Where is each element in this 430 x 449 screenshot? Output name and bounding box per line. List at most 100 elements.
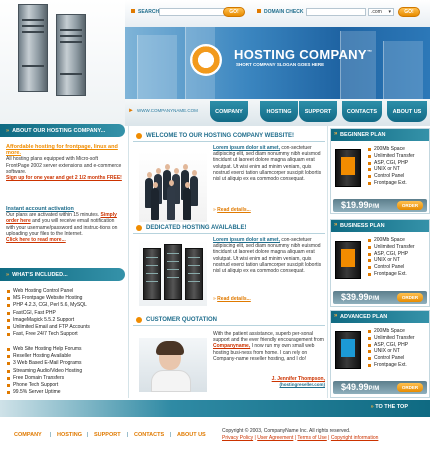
price-bar: $49.99P/M ORDER [333, 381, 427, 394]
list-item: Unlimited Transfer [367, 153, 415, 160]
plan-title: ADVANCED PLAN [331, 311, 429, 323]
plan-business: BUSINESS PLAN 200Mb Space Unlimited Tran… [330, 219, 430, 307]
privacy-policy-link[interactable]: Privacy Policy [222, 435, 253, 441]
list-item: UNIX or NT [367, 348, 415, 355]
plan-price: $39.99P/M [341, 292, 380, 302]
server-tower-icon [335, 241, 361, 279]
bullet-icon [131, 9, 135, 13]
quote-text: With the patient assistance, superb per-… [213, 331, 325, 362]
about-p1-title[interactable]: Affordable hosting for frontpage, linux … [6, 144, 122, 156]
footer-nav-about-us[interactable]: ABOUT US [177, 432, 206, 438]
nav-hosting[interactable]: HOSTING [260, 101, 298, 122]
footer-legal-links: Privacy Policy | User Agreement | Terms … [222, 435, 379, 441]
plan-features: 200Mb Space Unlimited Transfer ASP, CGI,… [367, 237, 415, 278]
nav-support[interactable]: SUPPORT [299, 101, 337, 122]
list-item: Free Domain Transfers [5, 375, 123, 382]
list-item: Frontpage Ext. [367, 271, 415, 278]
list-item: 200Mb Space [367, 237, 415, 244]
about-p1-text: All hosting plans equipped with Micro-so… [6, 156, 122, 175]
user-agreement-link[interactable]: User Agreement [257, 435, 293, 441]
divider [327, 126, 328, 398]
list-item: Unlimited Email and FTP Accounts [5, 324, 123, 331]
list-item: Reseller Hosting Available [5, 353, 123, 360]
welcome-text: Lorem ipsum dolor sit amet, con-sectetue… [213, 145, 325, 182]
list-item: 200Mb Space [367, 146, 415, 153]
about-p2-text-a: Our plans are activated within 15 minute… [6, 212, 100, 219]
servers-image [0, 0, 125, 126]
list-item: ASP, CGI, PHP [367, 160, 415, 167]
list-item: PHP 4.2.3, CGI, Perl 5.6, MySQL [5, 302, 123, 309]
dedicated-read-more[interactable]: » Read details... [213, 296, 251, 302]
domain-check-label: DOMAIN CHECK [264, 9, 304, 15]
welcome-header: WELCOME TO OUR HOSTING COMPANY WEBSITE! [133, 130, 325, 142]
quote-company-link[interactable]: Companyname, [213, 343, 250, 349]
rack-servers-photo [139, 240, 207, 306]
copyright-text: Copyright © 2003, CompanyName Inc. All r… [222, 428, 351, 434]
separator: | [87, 432, 89, 438]
list-item: MS Frontpage Website Hosting [5, 295, 123, 302]
signup-link[interactable]: Sign up for one year and get 2 1/2 month… [6, 175, 122, 181]
quote-header: CUSTOMER QUOTATION [133, 314, 325, 326]
terms-of-use-link[interactable]: Terms of Use [297, 435, 326, 441]
plan-title: BUSINESS PLAN [331, 220, 429, 232]
list-item: Control Panel [367, 264, 415, 271]
about-section-title: ABOUT OUR HOSTING COMPANY... [12, 127, 106, 134]
list-item: Unlimited Transfer [367, 244, 415, 251]
read-more-link[interactable]: Click here to read more... [6, 237, 122, 243]
plan-advanced: ADVANCED PLAN 200Mb Space Unlimited Tran… [330, 310, 430, 398]
double-arrow-icon: » [6, 127, 10, 134]
to-top-label: TO THE TOP [375, 404, 408, 410]
search-go-button[interactable]: GO! [223, 7, 245, 17]
price-bar: $39.99P/M ORDER [333, 291, 427, 304]
nav-contacts[interactable]: CONTACTS [342, 101, 382, 122]
team-photo [139, 152, 207, 222]
list-item: Phone Tech Support [5, 382, 123, 389]
included-section-header: » WHAT'S INCLUDED... [0, 268, 125, 281]
separator: | [127, 432, 129, 438]
divider [128, 126, 129, 398]
welcome-read-more[interactable]: » Read details... [213, 207, 251, 213]
company-slogan: SHORT COMPANY SLOGAN GOES HERE [236, 62, 325, 67]
dedicated-header: DEDICATED HOSTING AVAILABLE! [133, 222, 325, 234]
plan-price: $49.99P/M [341, 382, 380, 392]
list-item: Control Panel [367, 355, 415, 362]
domain-input[interactable] [306, 8, 366, 16]
list-item: 3 Web Based E-Mail Programs [5, 360, 123, 367]
order-button[interactable]: ORDER [397, 201, 423, 210]
double-arrow-icon: » [6, 271, 10, 278]
dedicated-read-more-label: Read details... [217, 296, 251, 302]
nav-about-us[interactable]: ABOUT US [387, 101, 427, 122]
footer-nav-hosting[interactable]: HOSTING [57, 432, 82, 438]
separator: | [170, 432, 172, 438]
domain-go-button[interactable]: GO! [398, 7, 420, 17]
domain-tld-value: .com [371, 9, 382, 15]
order-button[interactable]: ORDER [397, 293, 423, 302]
to-top-link[interactable]: » TO THE TOP [371, 404, 408, 410]
dedicated-lorem-body: con-sectetuer adipiscing elit, sed diam … [213, 237, 322, 275]
plan-price: $19.99P/M [341, 200, 380, 210]
copyright-info-link[interactable]: Copyright information [331, 435, 379, 441]
domain-tld-select[interactable]: .com ▾ [368, 8, 394, 16]
list-item: Web Hosting Control Panel [5, 288, 123, 295]
search-label: SEARCH [138, 9, 160, 15]
customer-photo [139, 338, 207, 392]
list-item: FastCGI, Fast PHP [5, 310, 123, 317]
company-name: HOSTING COMPANY™ [234, 47, 373, 62]
list-item: Streaming Audio/Video Hosting [5, 368, 123, 375]
quote-site-link[interactable]: (hostingreseller.com) [213, 382, 325, 387]
footer-nav-contacts[interactable]: CONTACTS [134, 432, 164, 438]
bullet-icon [257, 9, 261, 13]
search-input[interactable] [159, 8, 225, 16]
nav-company[interactable]: COMPANY [210, 101, 248, 122]
plan-beginner: BEGINNER PLAN 200Mb Space Unlimited Tran… [330, 128, 430, 214]
list-item: 99.5% Server Uptime [5, 389, 123, 396]
list-item: ASP, CGI, PHP [367, 251, 415, 258]
included-list-b: Web Site Hosting Help Forums Reseller Ho… [5, 346, 123, 396]
to-top-bar [0, 400, 430, 417]
order-button[interactable]: ORDER [397, 383, 423, 392]
list-item: ImageMagick 5.5.2 Support [5, 317, 123, 324]
company-logo-icon [190, 44, 222, 76]
footer-nav-company[interactable]: COMPANY [14, 432, 42, 438]
footer-nav-support[interactable]: SUPPORT [94, 432, 121, 438]
server-tower-icon [335, 331, 361, 369]
